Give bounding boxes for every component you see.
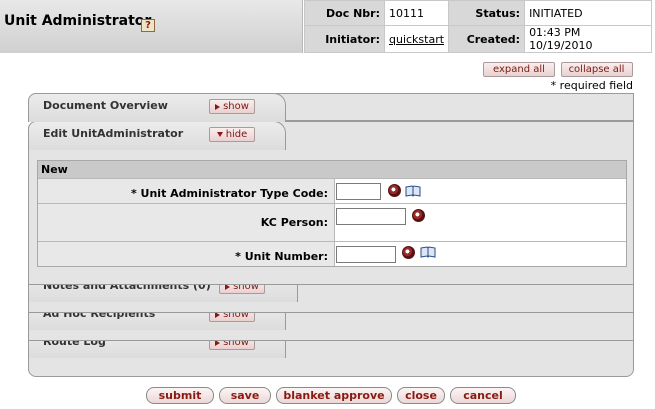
initiator-cell: quickstart xyxy=(383,25,450,53)
edit-form: New * Unit Administrator Type Code: KC P… xyxy=(37,160,627,267)
initiator-label: Initiator: xyxy=(304,25,385,53)
close-button[interactable]: close xyxy=(397,387,445,404)
submit-button[interactable]: submit xyxy=(146,387,214,404)
kc-person-input[interactable] xyxy=(336,208,406,225)
document-overview-show-button[interactable]: show xyxy=(209,99,255,114)
page-title: Unit Administrator xyxy=(4,13,152,29)
save-button[interactable]: save xyxy=(219,387,271,404)
collapse-all-button[interactable]: collapse all xyxy=(560,62,633,77)
type-code-input[interactable] xyxy=(336,183,381,200)
book-icon[interactable] xyxy=(420,246,436,258)
kc-person-label-cell: KC Person: xyxy=(38,204,335,241)
status-label: Status: xyxy=(448,0,526,26)
created-value: 01:43 PM 10/19/2010 xyxy=(524,25,653,53)
tab-document-overview-header: Document Overview show xyxy=(28,93,286,122)
search-icon[interactable] xyxy=(402,246,415,259)
type-code-label: * Unit Administrator Type Code: xyxy=(130,187,328,200)
field-row-kc-person: KC Person: xyxy=(38,203,626,241)
book-icon[interactable] xyxy=(405,185,421,197)
unit-number-label: * Unit Number: xyxy=(235,250,328,263)
doc-nbr-value: 10111 xyxy=(383,0,450,26)
kc-person-label: KC Person: xyxy=(260,216,328,229)
field-row-unit-number: * Unit Number: xyxy=(38,241,626,266)
cancel-button[interactable]: cancel xyxy=(450,387,516,404)
tab-panel-container: Route Log show Ad Hoc Recipients show No… xyxy=(28,93,634,377)
tab-document-overview-label: Document Overview xyxy=(43,99,168,112)
unit-number-input[interactable] xyxy=(336,246,396,263)
expand-all-button[interactable]: expand all xyxy=(483,62,555,77)
blanket-approve-button[interactable]: blanket approve xyxy=(276,387,392,404)
unit-number-label-cell: * Unit Number: xyxy=(38,242,335,266)
help-icon[interactable]: ? xyxy=(141,19,155,32)
required-field-note: * required field xyxy=(550,79,633,92)
tab-document-overview: Document Overview show xyxy=(28,93,634,133)
document-info-table: Doc Nbr: 10111 Status: INITIATED Initiat… xyxy=(304,0,653,53)
title-area: Unit Administrator ? xyxy=(0,0,303,53)
search-icon[interactable] xyxy=(388,184,401,197)
status-value: INITIATED xyxy=(524,0,653,26)
triangle-right-icon xyxy=(215,103,221,110)
document-header: Unit Administrator ? Doc Nbr: 10111 Stat… xyxy=(0,0,655,53)
expander-group: expand all collapse all xyxy=(483,62,633,77)
created-label: Created: xyxy=(448,25,526,53)
search-icon[interactable] xyxy=(412,209,425,222)
type-code-label-cell: * Unit Administrator Type Code: xyxy=(38,179,335,203)
tab-edit-unit-administrator: Edit UnitAdministrator hide New * Unit A… xyxy=(28,121,634,285)
initiator-link[interactable]: quickstart xyxy=(389,33,444,46)
doc-nbr-label: Doc Nbr: xyxy=(304,0,385,26)
field-row-type-code: * Unit Administrator Type Code: xyxy=(38,178,626,203)
document-overview-show-label: show xyxy=(223,101,249,112)
new-section-header: New xyxy=(38,161,626,178)
